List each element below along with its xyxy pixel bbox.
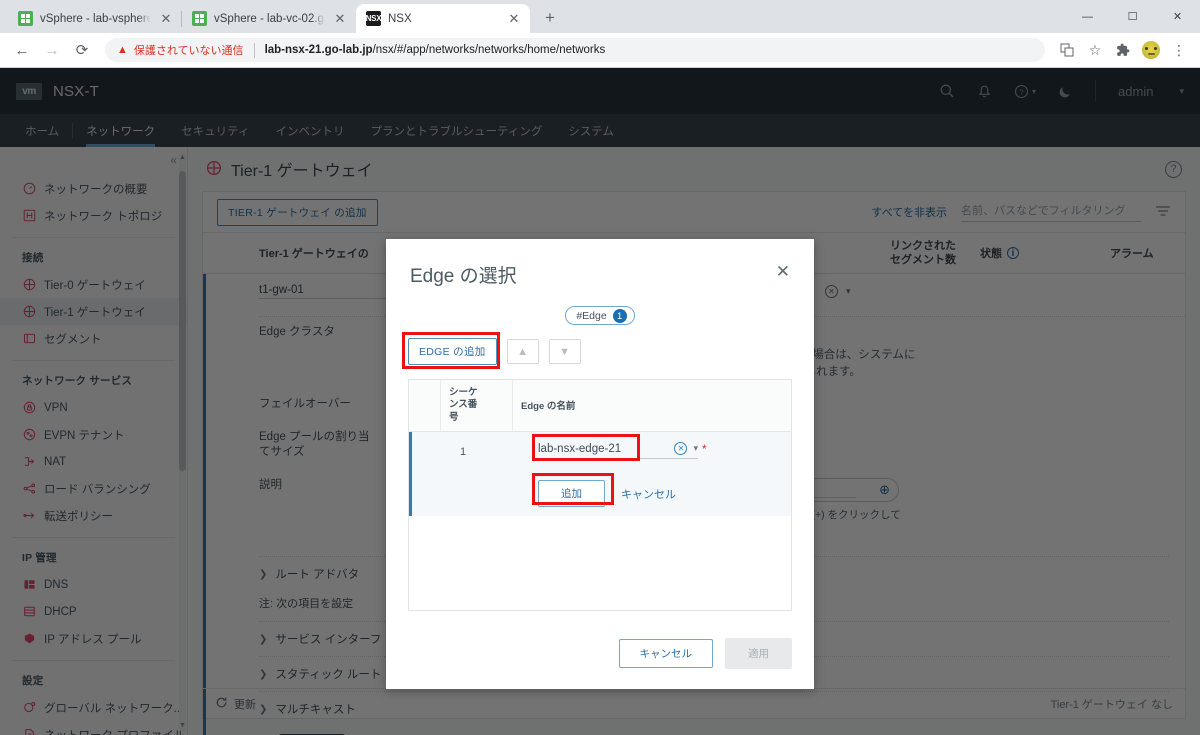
chip-count-badge: 1: [612, 308, 627, 323]
row-actions: 追加 キャンセル: [538, 480, 676, 507]
browser-toolbar: ← → ⟳ ▲ 保護されていない通信 lab-nsx-21.go-lab.jp/…: [0, 33, 1200, 68]
edge-table-row: 1 lab-nsx-edge-21 ✕ ▾ * 追加 キャンセル: [409, 432, 791, 516]
browser-tab-title: NSX: [388, 12, 412, 25]
close-icon[interactable]: ✕: [158, 11, 174, 27]
extensions-puzzle-icon[interactable]: [1110, 37, 1136, 63]
dialog-footer: キャンセル 適用: [386, 638, 814, 689]
edge-table: シーケ ンス番 号 Edge の名前 1 lab-nsx-edge-21 ✕ ▾: [408, 379, 792, 611]
security-warning-text: 保護されていない通信: [133, 45, 244, 57]
edge-count-chip[interactable]: #Edge 1: [565, 306, 635, 325]
clear-circle-x-icon[interactable]: ✕: [674, 442, 688, 455]
header-spacer: [409, 380, 441, 431]
browser-tab-1[interactable]: vSphere - lab-vsphere70-02-nsxt ✕: [8, 4, 182, 33]
row-add-button[interactable]: 追加: [538, 480, 605, 507]
url-host: lab-nsx-21.go-lab.jp: [264, 44, 373, 56]
dialog-body: #Edge 1 EDGE の追加 ▲ ▼ シーケ ンス番 号 Edge の名前 …: [386, 292, 814, 638]
dialog-actions: EDGE の追加 ▲ ▼: [402, 332, 792, 369]
seq-line3: 号: [449, 411, 459, 423]
edge-name-value: lab-nsx-edge-21: [538, 442, 622, 455]
chevron-up-icon[interactable]: ▲: [506, 339, 539, 364]
dialog-header: Edge の選択 ✕: [386, 239, 814, 292]
divider: [253, 42, 255, 58]
browser-tab-3[interactable]: NSX NSX ✕: [356, 4, 530, 33]
chevron-down-icon[interactable]: ▼: [548, 339, 581, 364]
edge-table-header: シーケ ンス番 号 Edge の名前: [409, 380, 791, 432]
close-icon[interactable]: ✕: [332, 11, 348, 27]
close-x-icon[interactable]: ✕: [776, 263, 790, 280]
row-cancel-link[interactable]: キャンセル: [621, 486, 676, 502]
edge-name-select[interactable]: lab-nsx-edge-21 ✕ ▾: [538, 442, 698, 459]
required-marker: *: [702, 442, 707, 456]
minimize-button[interactable]: —: [1065, 1, 1110, 33]
translate-icon[interactable]: [1054, 37, 1080, 63]
new-tab-button[interactable]: +: [536, 4, 564, 32]
more-vertical-icon[interactable]: ⋮: [1166, 37, 1192, 63]
browser-tab-title: vSphere - lab-vsphere70-02-nsxt: [40, 12, 151, 25]
row-sequence-number: 1: [459, 446, 467, 458]
warning-triangle-icon: ▲: [117, 44, 128, 56]
browser-tab-2[interactable]: vSphere - lab-vc-02.go-lab.jp - U ✕: [181, 4, 356, 33]
close-window-button[interactable]: ✕: [1155, 1, 1200, 33]
profile-avatar[interactable]: [1138, 37, 1164, 63]
maximize-button[interactable]: ☐: [1110, 1, 1155, 33]
chevron-down-icon[interactable]: ▾: [693, 443, 698, 454]
browser-window: vSphere - lab-vsphere70-02-nsxt ✕ vSpher…: [0, 0, 1200, 735]
vsphere-icon: [192, 11, 207, 26]
url-path: /nsx/#/app/networks/networks/home/networ…: [372, 44, 606, 56]
browser-tabstrip: vSphere - lab-vsphere70-02-nsxt ✕ vSpher…: [0, 0, 1200, 33]
select-edge-dialog: Edge の選択 ✕ #Edge 1 EDGE の追加 ▲ ▼ シーケ ンス番 …: [386, 239, 814, 689]
window-controls: — ☐ ✕: [1065, 0, 1200, 33]
seq-line1: シーケ: [449, 387, 478, 398]
column-header-edge-name: Edge の名前: [521, 401, 576, 412]
chip-label: #Edge: [576, 309, 607, 322]
page-viewport: vm NSX-T ? ▾: [0, 68, 1200, 735]
nsx-icon: NSX: [366, 11, 382, 26]
vsphere-icon: [18, 11, 33, 26]
reload-button[interactable]: ⟳: [68, 36, 96, 64]
bookmark-star-icon[interactable]: ☆: [1082, 37, 1108, 63]
seq-line2: ンス番: [449, 399, 478, 411]
forward-button[interactable]: →: [38, 36, 66, 64]
edge-count-chip-row: #Edge 1: [408, 306, 792, 325]
dialog-title: Edge の選択: [410, 266, 517, 287]
column-header-sequence: シーケ ンス番 号: [441, 380, 513, 431]
browser-tab-title: vSphere - lab-vc-02.go-lab.jp - U: [214, 12, 325, 25]
add-edge-button[interactable]: EDGE の追加: [408, 338, 497, 365]
back-button[interactable]: ←: [8, 36, 36, 64]
dialog-cancel-button[interactable]: キャンセル: [618, 639, 713, 668]
dialog-apply-button[interactable]: 適用: [725, 638, 792, 669]
address-bar[interactable]: ▲ 保護されていない通信 lab-nsx-21.go-lab.jp/nsx/#/…: [105, 38, 1045, 62]
close-icon[interactable]: ✕: [506, 11, 522, 27]
